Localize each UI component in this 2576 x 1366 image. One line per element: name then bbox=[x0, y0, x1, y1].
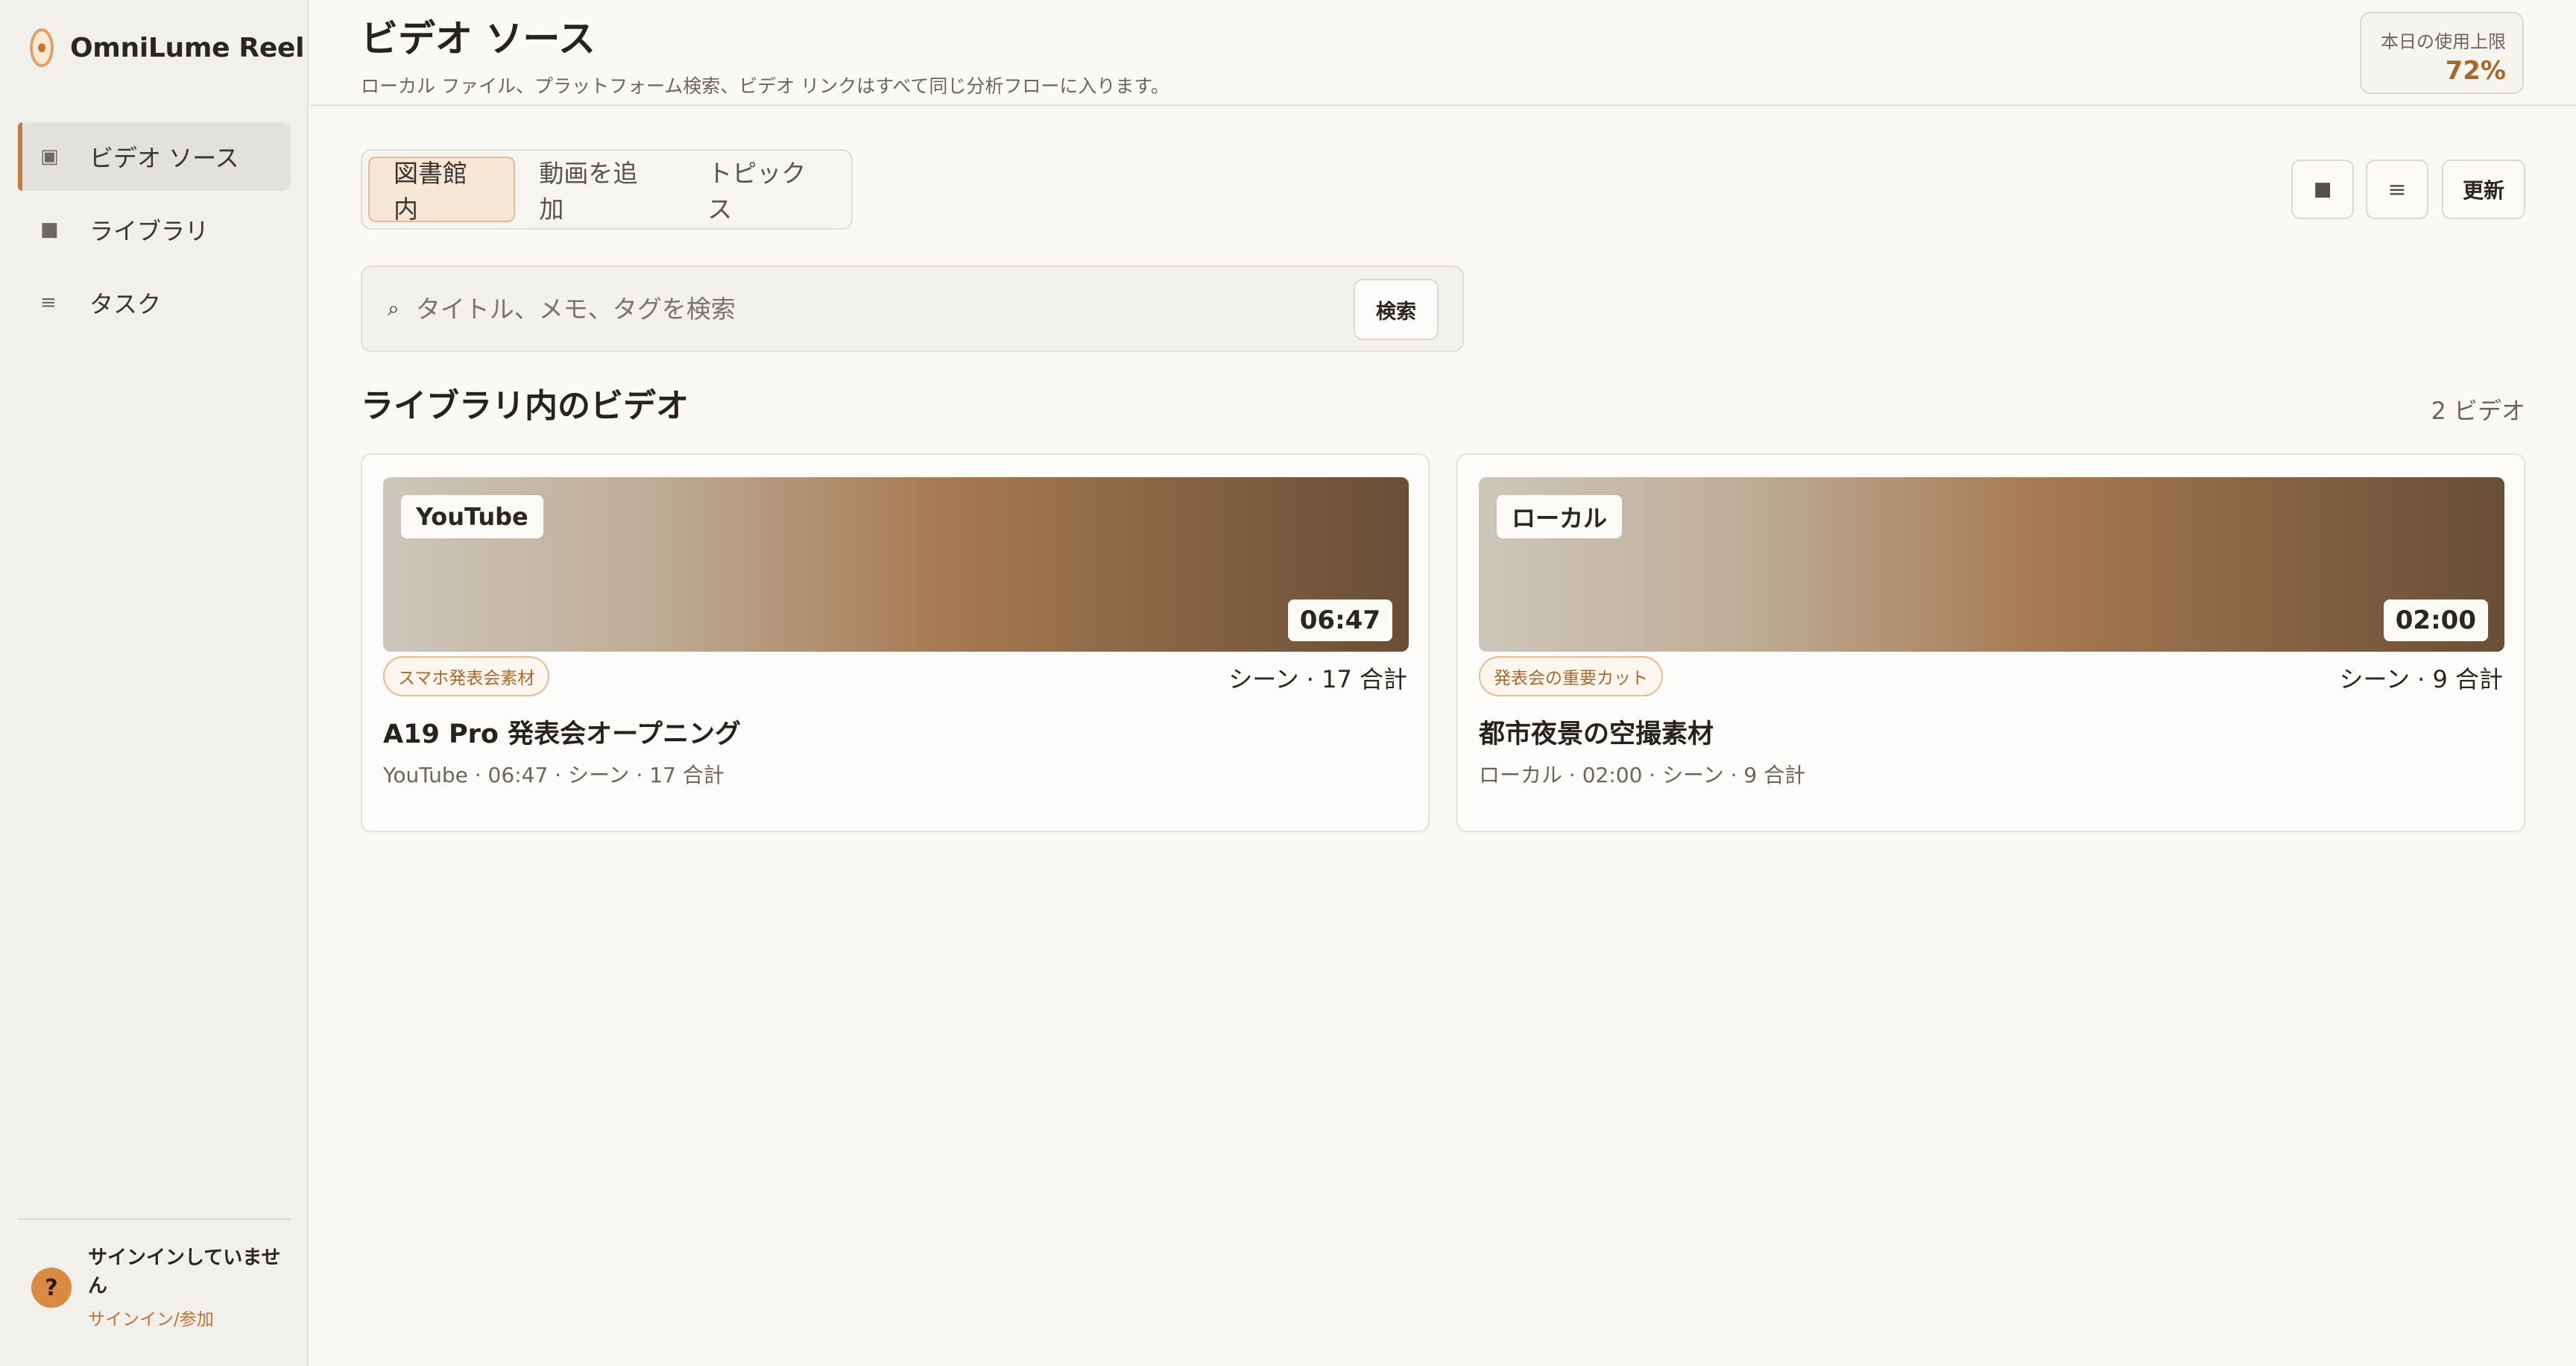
video-thumbnail[interactable]: ローカル 02:00 bbox=[1479, 477, 2504, 652]
sidebar-item-video-source[interactable]: ▣ ビデオ ソース bbox=[18, 122, 291, 191]
video-grid: YouTube 06:47 スマホ発表会素材 シーン · 17 合計 A19 P… bbox=[361, 453, 2525, 834]
sidebar-item-label: ビデオ ソース bbox=[89, 144, 239, 172]
grid-icon: ■ bbox=[2313, 178, 2332, 201]
video-meta: ローカル · 02:00 · シーン · 9 合計 bbox=[1479, 763, 1806, 787]
sidebar-nav: ▣ ビデオ ソース ■ ライブラリ ≡ タスク bbox=[18, 122, 291, 342]
account-text: サインインしていません サインイン/参加 bbox=[88, 1244, 282, 1330]
account-panel: ? サインインしていません サインイン/参加 bbox=[31, 1244, 282, 1330]
account-status: サインインしていません bbox=[88, 1247, 281, 1297]
app-root: OmniLume Reel ▣ ビデオ ソース ■ ライブラリ ≡ タスク ? … bbox=[0, 0, 2576, 1366]
page-subtitle: ローカル ファイル、プラットフォーム検索、ビデオ リンクはすべて同じ分析フローに… bbox=[361, 75, 1169, 97]
search-icon: ⌕ bbox=[388, 296, 400, 321]
brand: OmniLume Reel bbox=[30, 28, 304, 67]
video-card[interactable]: YouTube 06:47 スマホ発表会素材 シーン · 17 合計 A19 P… bbox=[361, 453, 1430, 832]
video-source-icon: ▣ bbox=[40, 145, 59, 168]
tag-pill[interactable]: 発表会の重要カット bbox=[1479, 656, 1663, 696]
avatar[interactable]: ? bbox=[31, 1268, 72, 1308]
source-badge: ローカル bbox=[1497, 495, 1623, 538]
usage-limit-badge: 本日の使用上限 72% bbox=[2360, 12, 2524, 94]
sidebar-item-label: ライブラリ bbox=[89, 217, 209, 245]
logo-icon bbox=[30, 28, 54, 67]
sidebar-item-library[interactable]: ■ ライブラリ bbox=[18, 195, 291, 264]
source-tabs: 図書館内 動画を追加 トピックス bbox=[361, 149, 853, 230]
sidebar-item-tasks[interactable]: ≡ タスク bbox=[18, 268, 291, 337]
app-name: OmniLume Reel bbox=[70, 32, 305, 63]
video-title[interactable]: 都市夜景の空撮素材 bbox=[1479, 713, 1714, 751]
video-title[interactable]: A19 Pro 発表会オープニング bbox=[383, 713, 741, 751]
source-badge: YouTube bbox=[401, 495, 543, 538]
usage-label: 本日の使用上限 bbox=[2381, 31, 2506, 52]
refresh-button[interactable]: 更新 bbox=[2442, 160, 2525, 219]
video-meta: YouTube · 06:47 · シーン · 17 合計 bbox=[383, 763, 724, 787]
video-thumbnail[interactable]: YouTube 06:47 bbox=[383, 477, 1409, 652]
duration-badge: 06:47 bbox=[1287, 599, 1392, 641]
page-title: ビデオ ソース bbox=[361, 17, 596, 60]
search-bar: ⌕ 検索 bbox=[361, 265, 1464, 352]
search-input[interactable] bbox=[415, 286, 1310, 331]
search-button[interactable]: 検索 bbox=[1354, 279, 1439, 340]
usage-value: 72% bbox=[2445, 56, 2506, 86]
page-header: ビデオ ソース ローカル ファイル、プラットフォーム検索、ビデオ リンクはすべて… bbox=[310, 0, 2576, 106]
library-section-title: ライブラリ内のビデオ bbox=[361, 387, 689, 425]
library-icon: ■ bbox=[40, 218, 59, 241]
tag-pill[interactable]: スマホ発表会素材 bbox=[383, 656, 550, 696]
sidebar-item-label: タスク bbox=[89, 290, 162, 318]
tasks-icon: ≡ bbox=[40, 292, 57, 314]
sidebar: OmniLume Reel ▣ ビデオ ソース ■ ライブラリ ≡ タスク ? … bbox=[0, 0, 309, 1366]
duration-badge: 02:00 bbox=[2383, 599, 2488, 641]
scene-count: シーン · 9 合計 bbox=[2339, 665, 2503, 693]
tab-in-library[interactable]: 図書館内 bbox=[368, 157, 516, 224]
video-count: 2 ビデオ bbox=[2431, 397, 2525, 425]
video-card[interactable]: ローカル 02:00 発表会の重要カット シーン · 9 合計 都市夜景の空撮素… bbox=[1456, 453, 2525, 832]
sidebar-divider bbox=[18, 1218, 291, 1220]
list-view-button[interactable]: ≡ bbox=[2366, 160, 2428, 219]
tab-add-video[interactable]: 動画を追加 bbox=[515, 157, 684, 224]
sign-in-link[interactable]: サインイン/参加 bbox=[88, 1305, 282, 1330]
tab-topics[interactable]: トピックス bbox=[684, 157, 851, 224]
list-icon: ≡ bbox=[2387, 176, 2407, 203]
grid-view-button[interactable]: ■ bbox=[2291, 160, 2354, 219]
scene-count: シーン · 17 合計 bbox=[1228, 665, 1407, 693]
